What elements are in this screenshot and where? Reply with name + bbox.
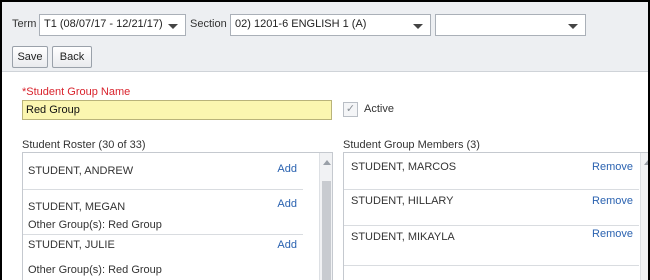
member-row: STUDENT, MIKAYLA Remove — [344, 226, 639, 266]
remove-button[interactable]: Remove — [592, 195, 633, 207]
scroll-up-icon[interactable] — [323, 160, 331, 165]
other-groups-text: Other Group(s): Red Group — [28, 264, 162, 276]
section-label: Section — [190, 18, 227, 30]
member-row: STUDENT, MARCOS Remove — [344, 153, 639, 190]
active-label: Active — [364, 103, 394, 115]
student-name: STUDENT, MEGAN — [28, 201, 126, 213]
remove-button[interactable]: Remove — [592, 161, 633, 173]
back-button[interactable]: Back — [52, 46, 92, 68]
chevron-down-icon — [568, 24, 578, 29]
student-roster-list: STUDENT, ANDREW Add STUDENT, MEGAN Add O… — [22, 152, 333, 280]
section-select[interactable]: 02) 1201-6 ENGLISH 1 (A) — [230, 14, 431, 36]
student-name: STUDENT, JULIE — [28, 239, 115, 251]
section-select-value: 02) 1201-6 ENGLISH 1 (A) — [235, 18, 367, 30]
add-button[interactable]: Add — [277, 198, 297, 210]
members-scrollbar[interactable] — [640, 153, 648, 280]
student-roster-title: Student Roster (30 of 33) — [22, 139, 146, 151]
member-row: STUDENT, HILLARY Remove — [344, 190, 639, 226]
student-name: STUDENT, MIKAYLA — [351, 231, 455, 243]
other-groups-text: Other Group(s): Red Group — [28, 219, 162, 231]
check-icon: ✓ — [345, 103, 356, 115]
active-checkbox[interactable]: ✓ — [343, 102, 358, 117]
chevron-down-icon — [413, 24, 423, 29]
chevron-down-icon — [168, 24, 178, 29]
student-group-name-input[interactable] — [22, 100, 332, 120]
extra-select[interactable] — [435, 14, 586, 36]
group-members-title: Student Group Members (3) — [343, 139, 480, 151]
remove-button[interactable]: Remove — [592, 228, 633, 240]
save-button[interactable]: Save — [12, 46, 48, 68]
roster-row: STUDENT, MEGAN Add Other Group(s): Red G… — [23, 190, 303, 235]
student-name: STUDENT, ANDREW — [28, 165, 134, 177]
toolbar: Term T1 (08/07/17 - 12/21/17) Section 02… — [2, 2, 648, 72]
student-group-name-label: *Student Group Name — [22, 86, 131, 98]
term-select[interactable]: T1 (08/07/17 - 12/21/17) — [39, 14, 186, 36]
term-select-value: T1 (08/07/17 - 12/21/17) — [44, 18, 163, 30]
scrollbar-thumb[interactable] — [322, 181, 331, 280]
student-name: STUDENT, HILLARY — [351, 195, 454, 207]
roster-row: STUDENT, JULIE Add Other Group(s): Red G… — [23, 235, 303, 280]
student-group-editor: Term T1 (08/07/17 - 12/21/17) Section 02… — [2, 2, 648, 280]
group-members-list: STUDENT, MARCOS Remove STUDENT, HILLARY … — [343, 152, 648, 280]
add-button[interactable]: Add — [277, 163, 297, 175]
scroll-up-icon[interactable] — [644, 160, 648, 165]
roster-scrollbar[interactable] — [319, 153, 332, 280]
term-label: Term — [12, 18, 37, 30]
roster-row: STUDENT, ANDREW Add — [23, 153, 303, 190]
student-name: STUDENT, MARCOS — [351, 161, 457, 173]
add-button[interactable]: Add — [277, 239, 297, 251]
